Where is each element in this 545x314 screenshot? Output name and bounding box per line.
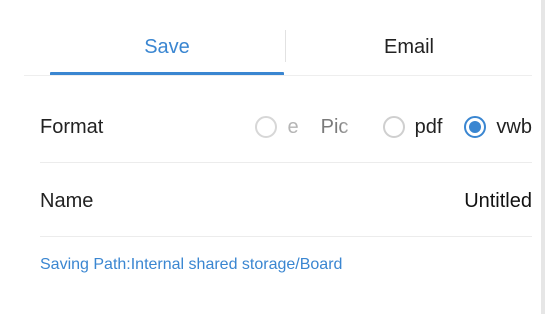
saving-path-link[interactable]: Saving Path:Internal shared storage/Boar… <box>40 256 342 274</box>
radio-selected-icon[interactable] <box>464 116 487 138</box>
radio-unselected-icon[interactable] <box>255 116 278 138</box>
format-option-e[interactable]: e <box>255 115 299 139</box>
format-options: e Pic pdf vwb <box>255 100 532 154</box>
format-option-label: Pic <box>320 115 349 138</box>
right-edge-shadow <box>541 0 545 314</box>
radio-unselected-icon[interactable] <box>382 116 405 138</box>
tab-bar-divider <box>24 75 532 76</box>
tab-save[interactable]: Save <box>50 22 284 72</box>
save-dialog: Save Email Format e Pic pdf vwb Name Unt… <box>0 0 545 314</box>
format-option-vwb[interactable]: vwb <box>464 116 532 139</box>
format-option-pic[interactable]: Pic <box>321 116 363 139</box>
format-option-label: vwb <box>496 115 532 138</box>
format-option-label: pdf <box>414 115 443 138</box>
tab-bar: Save Email <box>24 22 532 76</box>
row-divider <box>40 162 532 163</box>
format-option-pdf[interactable]: pdf <box>382 115 443 139</box>
format-row: Format e Pic pdf vwb <box>40 100 532 154</box>
row-divider <box>40 236 532 237</box>
name-label: Name <box>40 189 94 212</box>
format-label: Format <box>40 115 104 138</box>
tab-email[interactable]: Email <box>286 22 532 72</box>
format-option-label: e <box>287 115 299 138</box>
name-row[interactable]: Name Untitled <box>40 176 532 226</box>
name-value[interactable]: Untitled <box>464 176 532 226</box>
